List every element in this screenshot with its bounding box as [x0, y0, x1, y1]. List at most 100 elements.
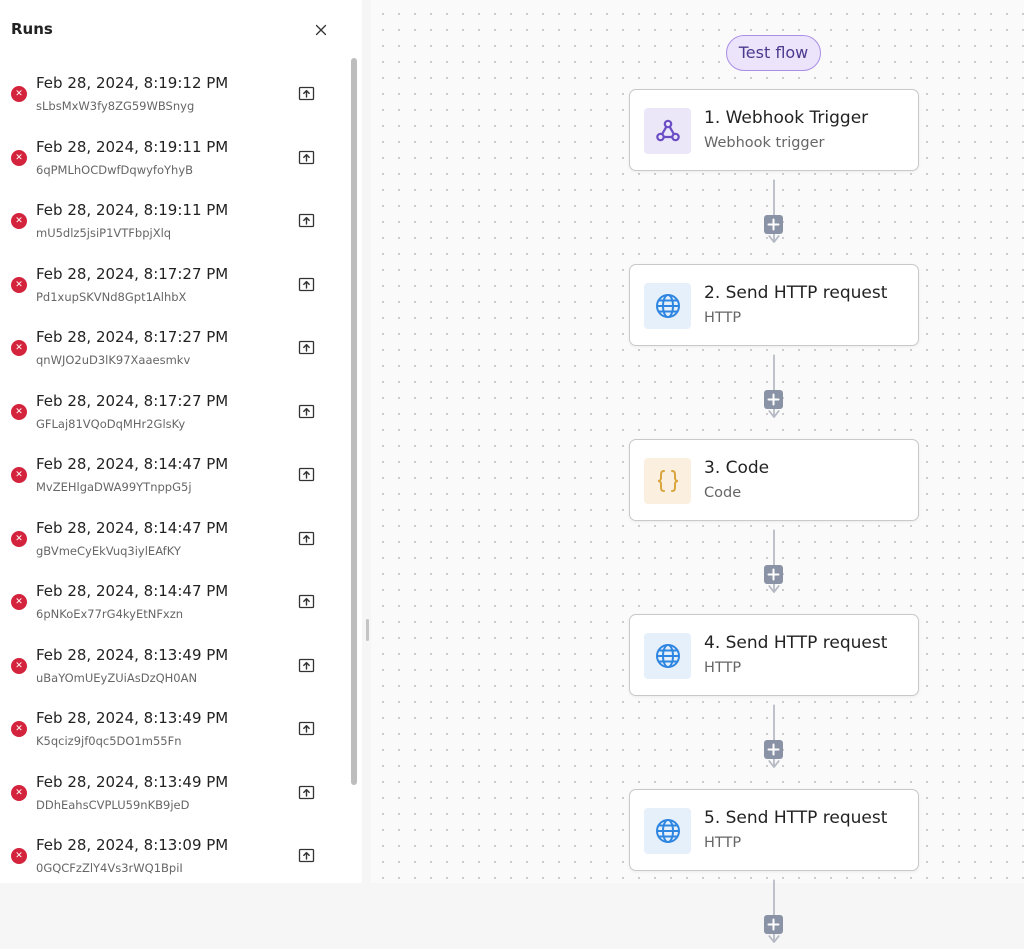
run-id: sLbsMxW3fy8ZG59WBSnyg	[36, 99, 195, 113]
load-run-button[interactable]	[298, 784, 315, 801]
run-list-item[interactable]: ✕ Feb 28, 2024, 8:13:49 PM K5qciz9jf0qc5DO…	[0, 698, 350, 762]
step-subtitle: HTTP	[704, 835, 742, 851]
run-list-item[interactable]: ✕ Feb 28, 2024, 8:17:27 PM GFLaj81VQoDqMHr…	[0, 381, 350, 445]
flow-step-card[interactable]: 5. Send HTTP request HTTP	[629, 789, 919, 871]
runs-panel-header: Runs	[0, 0, 362, 58]
load-run-button[interactable]	[298, 466, 315, 483]
run-id: 6qPMLhOCDwfDqwyfoYhyB	[36, 162, 194, 177]
test-flow-button[interactable]: Test flow	[726, 35, 821, 71]
run-list-item[interactable]: ✕ Feb 28, 2024, 8:13:49 PM uBaYOmUEyZUiAsD…	[0, 635, 350, 699]
code-braces-icon	[657, 470, 678, 492]
step-subtitle: HTTP	[704, 660, 742, 676]
close-icon	[315, 24, 327, 36]
panel-title: Runs	[11, 20, 53, 38]
step-icon-badge	[644, 283, 691, 329]
run-list-item[interactable]: ✕ Feb 28, 2024, 8:17:27 PM qnWJO2uD3lK97Xa…	[0, 317, 350, 381]
step-title: 1. Webhook Trigger	[704, 108, 869, 128]
run-id: gBVmeCyEkVuq3iylEAfKY	[36, 543, 181, 558]
run-id: uBaYOmUEyZUiAsDzQH0AN	[36, 670, 198, 685]
error-status-icon: ✕	[11, 403, 27, 420]
add-step-button[interactable]	[764, 215, 783, 234]
step-title: 3. Code	[704, 458, 770, 478]
run-list-item[interactable]: ✕ Feb 28, 2024, 8:14:47 PM gBVmeCyEkVuq3iy…	[0, 508, 350, 572]
run-date: Feb 28, 2024, 8:17:27 PM	[36, 264, 229, 283]
globe-icon	[655, 819, 680, 843]
run-date: Feb 28, 2024, 8:13:49 PM	[36, 772, 229, 791]
error-status-icon: ✕	[11, 149, 27, 166]
run-list-item[interactable]: ✕ Feb 28, 2024, 8:19:12 PM sLbsMxW3fy8ZG59…	[0, 63, 350, 127]
add-step-button[interactable]	[764, 565, 783, 584]
error-status-icon: ✕	[11, 594, 27, 610]
step-connector-arrow	[768, 354, 780, 418]
error-status-icon: ✕	[11, 784, 27, 801]
run-id: K5qciz9jf0qc5DO1m55Fn	[36, 734, 182, 748]
load-run-button[interactable]	[298, 657, 315, 674]
error-status-icon: ✕	[11, 86, 27, 102]
load-run-button[interactable]	[298, 149, 315, 166]
flow-step-card[interactable]: 3. Code Code	[629, 439, 919, 521]
flow-step-card[interactable]: 4. Send HTTP request HTTP	[629, 614, 919, 696]
run-date: Feb 28, 2024, 8:13:49 PM	[36, 645, 229, 664]
step-icon-badge	[644, 633, 691, 679]
run-list-item[interactable]: ✕ Feb 28, 2024, 8:14:47 PM 6pNKoEx77rG4kyE…	[0, 571, 350, 635]
add-step-button[interactable]	[764, 915, 783, 934]
add-step-button[interactable]	[764, 390, 783, 409]
step-subtitle: Webhook trigger	[704, 135, 825, 151]
run-list-item[interactable]: ✕ Feb 28, 2024, 8:17:27 PM Pd1xupSKVNd8Gpt…	[0, 254, 350, 318]
step-subtitle: Code	[704, 485, 742, 501]
load-run-button[interactable]	[298, 847, 315, 864]
run-date: Feb 28, 2024, 8:14:47 PM	[36, 582, 229, 600]
flow-canvas[interactable]: Test flow 1. Webhook Trigger Webhook trig…	[371, 0, 1024, 943]
run-date: Feb 28, 2024, 8:13:09 PM	[36, 836, 229, 854]
run-id: DDhEahsCVPLU59nKB9jeD	[36, 797, 190, 812]
load-run-button[interactable]	[298, 85, 315, 102]
step-icon-badge	[644, 108, 691, 154]
step-subtitle: HTTP	[704, 310, 742, 326]
load-run-button[interactable]	[298, 212, 315, 229]
run-id: Pd1xupSKVNd8Gpt1AlhbX	[36, 289, 187, 304]
run-date: Feb 28, 2024, 8:13:49 PM	[36, 709, 229, 727]
plus-icon	[767, 568, 780, 581]
error-status-icon: ✕	[11, 848, 27, 864]
run-date: Feb 28, 2024, 8:19:11 PM	[36, 137, 229, 156]
run-id: qnWJO2uD3lK97Xaaesmkv	[36, 353, 191, 367]
upload-icon	[298, 86, 315, 101]
run-id: GFLaj81VQoDqMHr2GlsKy	[36, 416, 186, 431]
load-run-button[interactable]	[298, 276, 315, 293]
run-id: 6pNKoEx77rG4kyEtNFxzn	[36, 607, 184, 621]
run-id: MvZEHlgaDWA99YTnppG5j	[36, 480, 192, 494]
error-status-icon: ✕	[11, 530, 27, 547]
run-list-item[interactable]: ✕ Feb 28, 2024, 8:13:49 PM DDhEahsCVPLU59n…	[0, 762, 350, 826]
run-date: Feb 28, 2024, 8:17:27 PM	[36, 328, 229, 346]
add-step-button[interactable]	[764, 740, 783, 759]
load-run-button[interactable]	[298, 593, 315, 610]
upload-icon	[298, 848, 315, 863]
upload-icon	[298, 785, 315, 799]
upload-icon	[298, 404, 315, 418]
load-run-button[interactable]	[298, 339, 315, 356]
flow-step-card[interactable]: 2. Send HTTP request HTTP	[629, 264, 919, 346]
upload-icon	[298, 340, 315, 355]
run-list: ✕ Feb 28, 2024, 8:19:12 PM sLbsMxW3fy8ZG59…	[0, 63, 350, 883]
step-connector-arrow	[768, 179, 780, 243]
webhook-icon	[655, 119, 680, 142]
panel-resize-handle[interactable]	[366, 619, 369, 641]
runs-panel: Runs ✕ Feb 28, 2024, 8:19:12 PM sLbsMxW3fy…	[0, 0, 362, 883]
run-list-item[interactable]: ✕ Feb 28, 2024, 8:14:47 PM MvZEHlgaDWA99YT…	[0, 444, 350, 508]
step-connector-arrow	[768, 529, 780, 593]
load-run-button[interactable]	[298, 720, 315, 737]
scrollbar[interactable]	[351, 58, 357, 785]
close-button[interactable]	[312, 21, 330, 39]
error-status-icon: ✕	[11, 721, 27, 737]
run-date: Feb 28, 2024, 8:17:27 PM	[36, 391, 229, 410]
plus-icon	[767, 218, 780, 231]
run-date: Feb 28, 2024, 8:19:12 PM	[36, 74, 229, 92]
load-run-button[interactable]	[298, 530, 315, 547]
run-list-item[interactable]: ✕ Feb 28, 2024, 8:19:11 PM mU5dlz5jsiP1VTF…	[0, 190, 350, 254]
run-date: Feb 28, 2024, 8:14:47 PM	[36, 518, 229, 537]
upload-icon	[298, 150, 315, 164]
flow-step-card[interactable]: 1. Webhook Trigger Webhook trigger	[629, 89, 919, 171]
run-list-item[interactable]: ✕ Feb 28, 2024, 8:19:11 PM 6qPMLhOCDwfDqwy…	[0, 127, 350, 191]
run-list-item[interactable]: ✕ Feb 28, 2024, 8:13:09 PM 0GQCFzZlY4Vs3rW…	[0, 825, 350, 883]
load-run-button[interactable]	[298, 403, 315, 420]
